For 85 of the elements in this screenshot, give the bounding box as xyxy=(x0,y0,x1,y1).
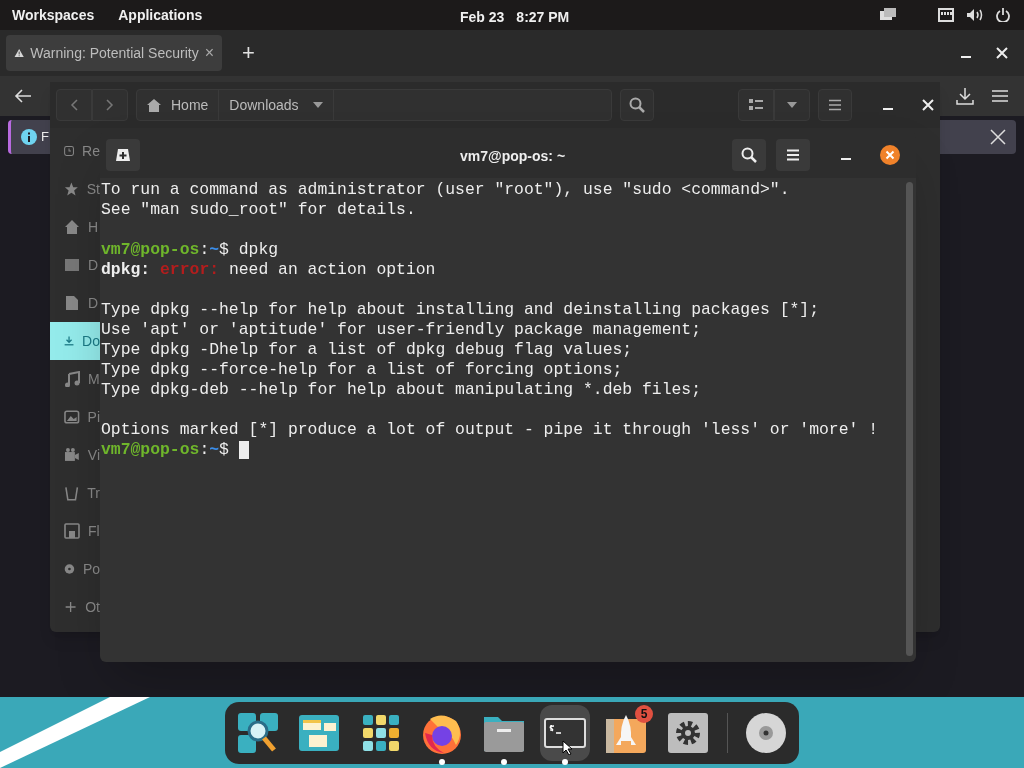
trash-icon xyxy=(64,485,80,501)
breadcrumb[interactable]: Home xyxy=(137,90,220,120)
home-icon xyxy=(64,219,80,235)
close-tab-button[interactable]: × xyxy=(204,41,214,65)
browser-tab[interactable]: Warning: Potential Security × xyxy=(6,35,222,71)
window-title: vm7@pop-os: ~ xyxy=(460,147,566,166)
date-text[interactable]: Feb 23 xyxy=(460,7,505,28)
terminal-line: See "man sudo_root" for details. xyxy=(101,200,417,220)
list-view-icon xyxy=(749,99,764,111)
chevron-right-icon xyxy=(106,99,114,111)
desktop-icon xyxy=(64,257,80,273)
menu-button[interactable] xyxy=(818,89,852,121)
view-button[interactable] xyxy=(738,89,775,121)
image-icon xyxy=(64,409,80,425)
power-icon[interactable] xyxy=(996,8,1010,22)
clock-icon xyxy=(64,143,75,159)
caret-icon xyxy=(787,102,798,108)
text-cursor xyxy=(238,441,249,459)
sidebar-item[interactable]: Tr xyxy=(50,474,100,512)
new-tab-button[interactable]: + xyxy=(242,42,255,64)
terminal-line: To run a command as administrator (user "root"), use "sudo <command>". xyxy=(101,180,791,200)
windows-icon[interactable] xyxy=(880,8,896,22)
scrollbar[interactable] xyxy=(906,182,913,656)
workspaces-button[interactable]: Workspaces xyxy=(12,4,95,26)
plus-icon xyxy=(64,599,78,615)
dock-item[interactable]: 5 xyxy=(601,705,652,761)
sidebar-item[interactable]: Ot xyxy=(50,588,100,626)
video-icon xyxy=(64,447,80,463)
close-icon[interactable] xyxy=(996,47,1008,59)
applications-button[interactable]: Applications xyxy=(118,4,203,26)
sidebar-item[interactable]: Vi xyxy=(50,436,100,474)
volume-icon[interactable] xyxy=(966,8,984,22)
sidebar-item[interactable]: Fl xyxy=(50,512,100,550)
terminal-line: vm7@pop-os:~$ xyxy=(101,440,230,460)
star-icon xyxy=(64,181,79,197)
terminal-line: dpkg: error: need an action option xyxy=(101,260,437,280)
terminal-line: Use 'apt' or 'aptitude' for user-friendly package management; xyxy=(101,320,702,340)
terminal-line: Type dpkg --force-help for a list of forcing options; xyxy=(101,360,624,380)
terminal-line: Type dpkg --help for help about installing and deinstalling packages [*]; xyxy=(101,300,821,320)
close-icon[interactable] xyxy=(880,145,900,165)
search-button[interactable] xyxy=(620,89,655,121)
terminal-line: Type dpkg-deb --help for help about manipulating *.deb files; xyxy=(101,380,702,400)
sidebar-item[interactable]: Po xyxy=(50,550,100,588)
gear-icon xyxy=(665,711,710,755)
sidebar-item[interactable]: Do xyxy=(50,322,100,360)
document-icon xyxy=(64,295,80,311)
caret-icon xyxy=(312,102,323,108)
terminal-line: Type dpkg -Dhelp for a list of dpkg debug flag values; xyxy=(101,340,634,360)
download-icon[interactable] xyxy=(956,87,974,105)
menu-icon xyxy=(787,149,799,161)
info-icon xyxy=(21,129,37,145)
menu-icon[interactable] xyxy=(992,89,1008,103)
notification-badge: 5 xyxy=(635,705,654,723)
tab-title: Warning: Potential Security xyxy=(30,43,199,63)
disc-icon xyxy=(744,711,789,755)
search-icon xyxy=(741,147,757,163)
breadcrumb[interactable]: Downloads xyxy=(219,90,334,120)
home-icon xyxy=(147,98,161,112)
magnifier-icon xyxy=(235,711,280,755)
chevron-left-icon xyxy=(70,99,78,111)
menu-button[interactable] xyxy=(776,139,810,171)
music-icon xyxy=(64,371,80,387)
terminal-line: vm7@pop-os:~$ dpkg xyxy=(101,240,280,260)
menu-icon xyxy=(829,99,842,111)
disc-icon xyxy=(64,561,75,577)
info-bar-text: F xyxy=(41,128,49,147)
search-button[interactable] xyxy=(732,139,766,171)
new-tab-button[interactable] xyxy=(106,139,140,171)
view-options-button[interactable] xyxy=(774,89,811,121)
sidebar-item[interactable]: H xyxy=(50,208,100,246)
sidebar-item[interactable]: Re xyxy=(50,132,100,170)
new-tab-icon xyxy=(116,149,130,161)
sidebar-item[interactable]: D xyxy=(50,246,100,284)
sidebar-item[interactable]: D xyxy=(50,284,100,322)
sidebar-item[interactable]: Pi xyxy=(50,398,100,436)
clock-text[interactable]: 8:27 PM xyxy=(516,7,570,28)
search-icon xyxy=(629,97,646,113)
sidebar-item[interactable]: St xyxy=(50,170,100,208)
back-arrow-icon[interactable] xyxy=(14,89,32,103)
terminal-line: Options marked [*] produce a lot of output - pipe it through 'less' or 'more' ! xyxy=(101,420,879,440)
floppy-icon xyxy=(64,523,80,539)
network-icon[interactable] xyxy=(938,8,954,22)
close-icon[interactable] xyxy=(990,129,1006,145)
sidebar-item[interactable]: M xyxy=(50,360,100,398)
close-icon[interactable] xyxy=(922,99,934,111)
